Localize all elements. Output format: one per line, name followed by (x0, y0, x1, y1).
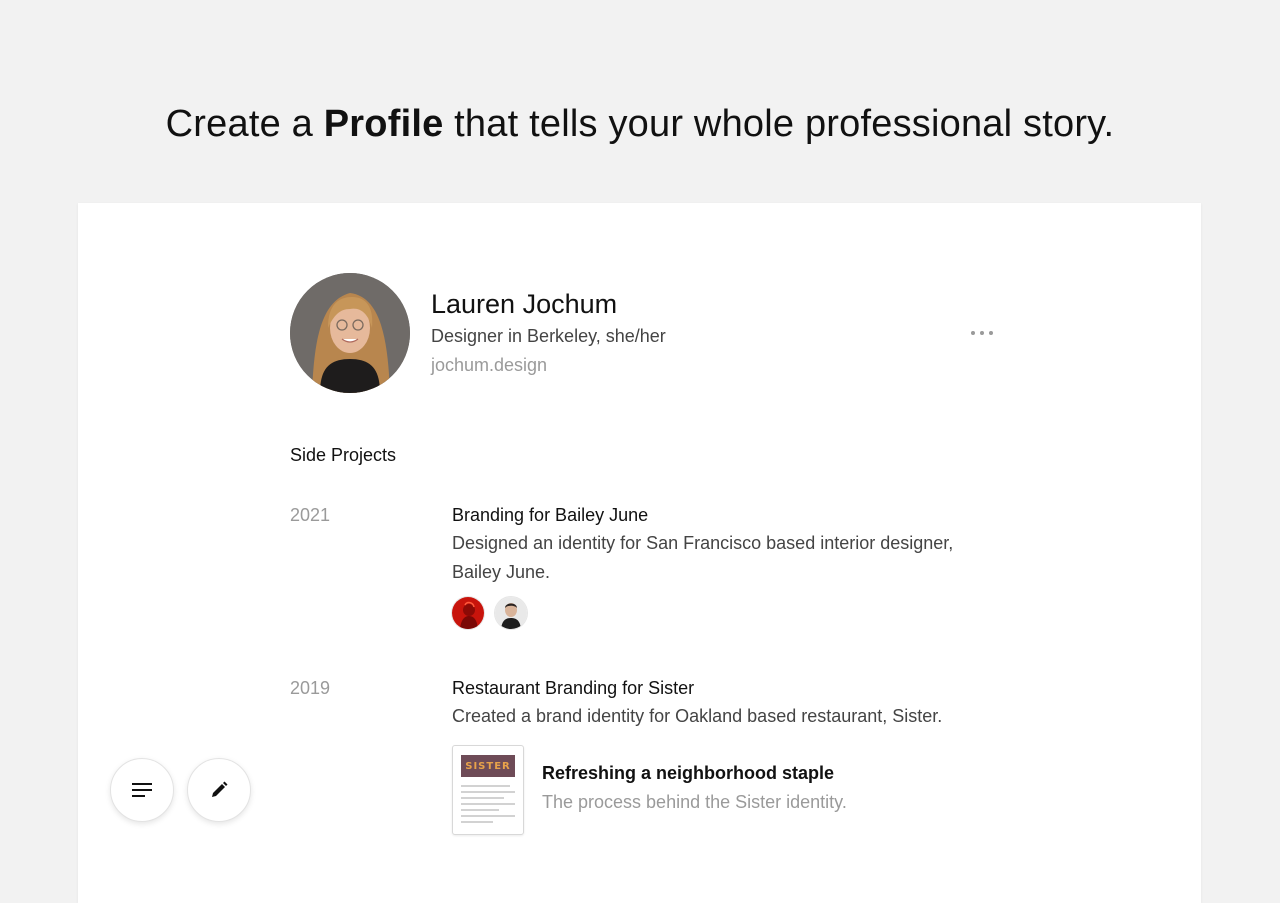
avatar-portrait (290, 273, 410, 393)
more-dot (971, 331, 975, 335)
thumbnail-text-lines (461, 785, 515, 823)
article-subtitle: The process behind the Sister identity. (542, 792, 847, 812)
profile-name: Lauren Jochum (431, 289, 618, 319)
project-description: Created a brand identity for Oakland bas… (452, 706, 943, 726)
profile-subtitle: Designer in Berkeley, she/her (431, 326, 666, 346)
headline: Create a Profile that tells your whole p… (0, 103, 1280, 146)
article-title[interactable]: Refreshing a neighborhood staple (542, 763, 834, 784)
profile-avatar[interactable] (290, 273, 410, 393)
edit-button[interactable] (187, 758, 251, 822)
project-title[interactable]: Restaurant Branding for Sister (452, 678, 694, 699)
headline-bold: Profile (323, 103, 444, 146)
section-title: Side Projects (290, 445, 397, 465)
project-description: Designed an identity for San Francisco b… (452, 533, 954, 582)
article-thumbnail[interactable]: SISTER (452, 745, 524, 835)
project-title[interactable]: Branding for Bailey June (452, 505, 648, 526)
menu-lines-icon (132, 783, 152, 797)
thumbnail-logo: SISTER (465, 760, 511, 772)
more-horizontal-icon[interactable] (971, 323, 993, 343)
more-dot (980, 331, 984, 335)
collaborator-portrait (495, 597, 527, 629)
pencil-icon (212, 781, 228, 797)
headline-suffix: that tells your whole professional story… (443, 103, 1115, 146)
collaborator-avatar-man[interactable] (495, 597, 527, 629)
more-dot (989, 331, 993, 335)
headline-prefix: Create a (165, 103, 324, 146)
profile-website-link[interactable]: jochum.design (431, 355, 547, 376)
collaborator-portrait (452, 597, 484, 629)
project-year: 2019 (290, 678, 331, 698)
thumbnail-header: SISTER (461, 755, 515, 777)
collaborator-avatar-red[interactable] (452, 597, 484, 629)
menu-button[interactable] (110, 758, 174, 822)
project-year: 2021 (290, 505, 331, 525)
